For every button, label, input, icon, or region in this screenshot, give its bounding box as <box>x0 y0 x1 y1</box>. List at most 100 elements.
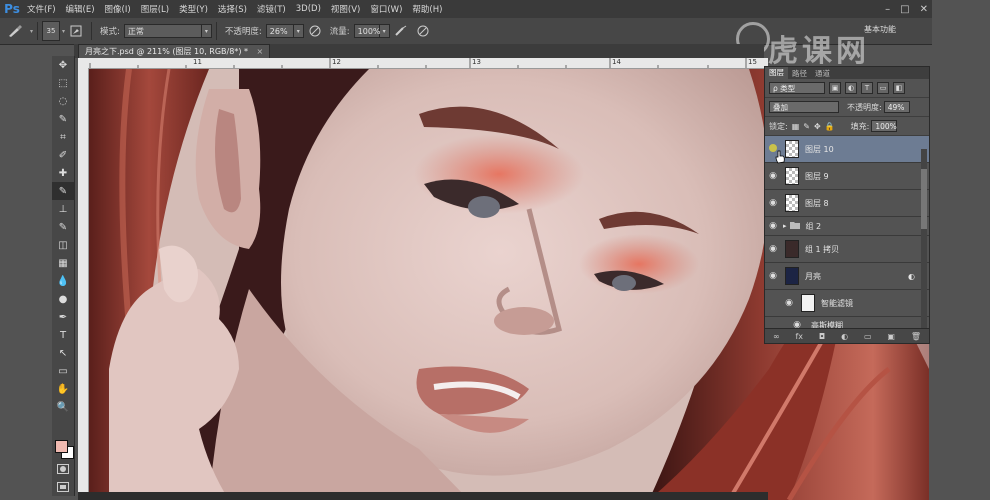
screen-mode-icon[interactable] <box>52 478 74 496</box>
layer-thumbnail <box>785 167 799 185</box>
quick-select-icon[interactable]: ✎ <box>52 110 74 128</box>
opacity-input[interactable]: 26% <box>265 24 294 38</box>
scrollbar-thumb[interactable] <box>921 169 927 229</box>
layer-blend-mode-select[interactable]: 叠加 <box>769 101 839 113</box>
pressure-opacity-icon[interactable] <box>307 23 323 39</box>
layer-row[interactable]: ◉ 组 1 拷贝 <box>765 236 929 263</box>
blur-icon[interactable]: 💧 <box>52 272 74 290</box>
filter-type-icon[interactable]: T <box>861 82 873 94</box>
menu-layer[interactable]: 图层(L) <box>136 3 174 15</box>
eye-icon[interactable]: ◉ <box>765 171 781 181</box>
eraser-icon[interactable]: ◫ <box>52 236 74 254</box>
menu-edit[interactable]: 编辑(E) <box>61 3 100 15</box>
fill-input[interactable]: 100% <box>871 120 898 132</box>
brush-panel-icon[interactable] <box>68 23 84 39</box>
eye-icon[interactable]: ◉ <box>765 221 781 231</box>
eye-icon[interactable]: ◉ <box>765 198 781 208</box>
foreground-color-swatch[interactable] <box>55 440 68 453</box>
path-select-icon[interactable]: ↖ <box>52 344 74 362</box>
minimize-icon[interactable]: – <box>885 4 890 15</box>
layer-row[interactable]: ◉ 图层 8 <box>765 190 929 217</box>
brush-preset-icon[interactable] <box>0 20 30 42</box>
menu-help[interactable]: 帮助(H) <box>407 3 447 15</box>
close-tab-icon[interactable]: × <box>257 47 264 56</box>
tab-paths[interactable]: 路径 <box>788 68 811 79</box>
shape-icon[interactable]: ▭ <box>52 362 74 380</box>
mode-label: 模式: <box>100 27 120 37</box>
brush-size-picker[interactable]: 35 <box>42 21 61 41</box>
chevron-down-icon[interactable]: ▾ <box>62 28 65 35</box>
layer-row[interactable]: 图层 10 <box>765 136 929 163</box>
gradient-icon[interactable]: ▦ <box>52 254 74 272</box>
document-tab[interactable]: 月亮之下.psd @ 211% (图层 10, RGB/8*) * × <box>78 44 271 59</box>
eye-icon[interactable]: ◉ <box>765 271 781 281</box>
crop-icon[interactable]: ⌗ <box>52 128 74 146</box>
menu-file[interactable]: 文件(F) <box>22 3 61 15</box>
layer-filter-select[interactable]: ρ 类型 <box>769 82 825 94</box>
close-icon[interactable]: ✕ <box>920 4 928 15</box>
layer-opacity-input[interactable]: 49% <box>883 101 910 113</box>
tab-layers[interactable]: 图层 <box>765 67 788 79</box>
chevron-down-icon[interactable]: ▾ <box>293 24 304 38</box>
filter-shape-icon[interactable]: ▭ <box>877 82 889 94</box>
smart-filter-row[interactable]: ◉ 智能滤镜 <box>765 290 929 317</box>
layer-row[interactable]: ◉ 月亮 ◐ <box>765 263 929 290</box>
pen-icon[interactable]: ✒ <box>52 308 74 326</box>
add-mask-icon[interactable]: ◘ <box>819 332 825 341</box>
chevron-down-icon[interactable]: ▾ <box>201 24 212 38</box>
fx-icon[interactable]: fx <box>795 332 803 341</box>
marquee-icon[interactable]: ⬚ <box>52 74 74 92</box>
move-tool-icon[interactable]: ✥ <box>52 56 74 74</box>
lock-pixels-icon[interactable]: ▦ <box>792 122 800 131</box>
zoom-icon[interactable]: 🔍 <box>52 398 74 416</box>
menu-image[interactable]: 图像(I) <box>100 3 136 15</box>
lock-paint-icon[interactable]: ✎ <box>803 122 810 131</box>
stamp-icon[interactable]: ⊥ <box>52 200 74 218</box>
eye-icon[interactable]: ◉ <box>781 298 797 308</box>
layers-scrollbar[interactable] <box>921 149 927 331</box>
history-brush-icon[interactable]: ✎ <box>52 218 74 236</box>
layer-thumbnail <box>785 240 799 258</box>
dodge-icon[interactable]: ● <box>52 290 74 308</box>
layer-row[interactable]: ◉ 图层 9 <box>765 163 929 190</box>
lock-all-icon[interactable]: 🔒 <box>825 122 835 131</box>
lock-move-icon[interactable]: ✥ <box>814 122 821 131</box>
menu-3d[interactable]: 3D(D) <box>291 4 326 14</box>
new-layer-icon[interactable]: ▣ <box>887 332 895 341</box>
airbrush-icon[interactable] <box>393 23 409 39</box>
maximize-icon[interactable]: □ <box>900 4 909 15</box>
chevron-down-icon[interactable]: ▾ <box>379 24 390 38</box>
menu-view[interactable]: 视图(V) <box>326 3 365 15</box>
expand-arrow-icon[interactable]: ▸ <box>783 222 787 230</box>
workspace-switcher[interactable]: 基本功能 <box>864 24 896 35</box>
adjustment-layer-icon[interactable]: ◐ <box>841 332 848 341</box>
layer-group-row[interactable]: ◉ ▸ 组 2 <box>765 217 929 236</box>
eye-icon[interactable]: ◉ <box>765 244 781 254</box>
menu-filter[interactable]: 滤镜(T) <box>252 3 291 15</box>
tab-channels[interactable]: 通道 <box>811 68 834 79</box>
menu-type[interactable]: 类型(Y) <box>174 3 213 15</box>
watermark-text: 虎课网 <box>768 34 870 69</box>
hand-icon[interactable]: ✋ <box>52 380 74 398</box>
filter-pixel-icon[interactable]: ▣ <box>829 82 841 94</box>
chevron-down-icon[interactable]: ▾ <box>30 28 33 35</box>
menu-window[interactable]: 窗口(W) <box>365 3 407 15</box>
layer-thumbnail <box>785 267 799 285</box>
filter-adjust-icon[interactable]: ◐ <box>845 82 857 94</box>
pressure-size-icon[interactable] <box>415 23 431 39</box>
type-icon[interactable]: T <box>52 326 74 344</box>
filter-smart-icon[interactable]: ◧ <box>893 82 905 94</box>
ps-logo: Ps <box>4 2 20 16</box>
blend-mode-select[interactable]: 正常 <box>123 24 202 38</box>
link-layers-icon[interactable]: ∞ <box>773 332 780 341</box>
quick-mask-icon[interactable] <box>52 460 74 478</box>
brush-icon[interactable]: ✎ <box>52 182 74 200</box>
lock-label: 锁定: <box>769 121 788 131</box>
menu-select[interactable]: 选择(S) <box>213 3 252 15</box>
healing-icon[interactable]: ✚ <box>52 164 74 182</box>
flow-input[interactable]: 100% <box>353 24 381 38</box>
eyedropper-icon[interactable]: ✐ <box>52 146 74 164</box>
lasso-icon[interactable]: ◌ <box>52 92 74 110</box>
new-group-icon[interactable]: ▭ <box>864 332 872 341</box>
trash-icon[interactable]: 🗑 <box>911 332 921 341</box>
